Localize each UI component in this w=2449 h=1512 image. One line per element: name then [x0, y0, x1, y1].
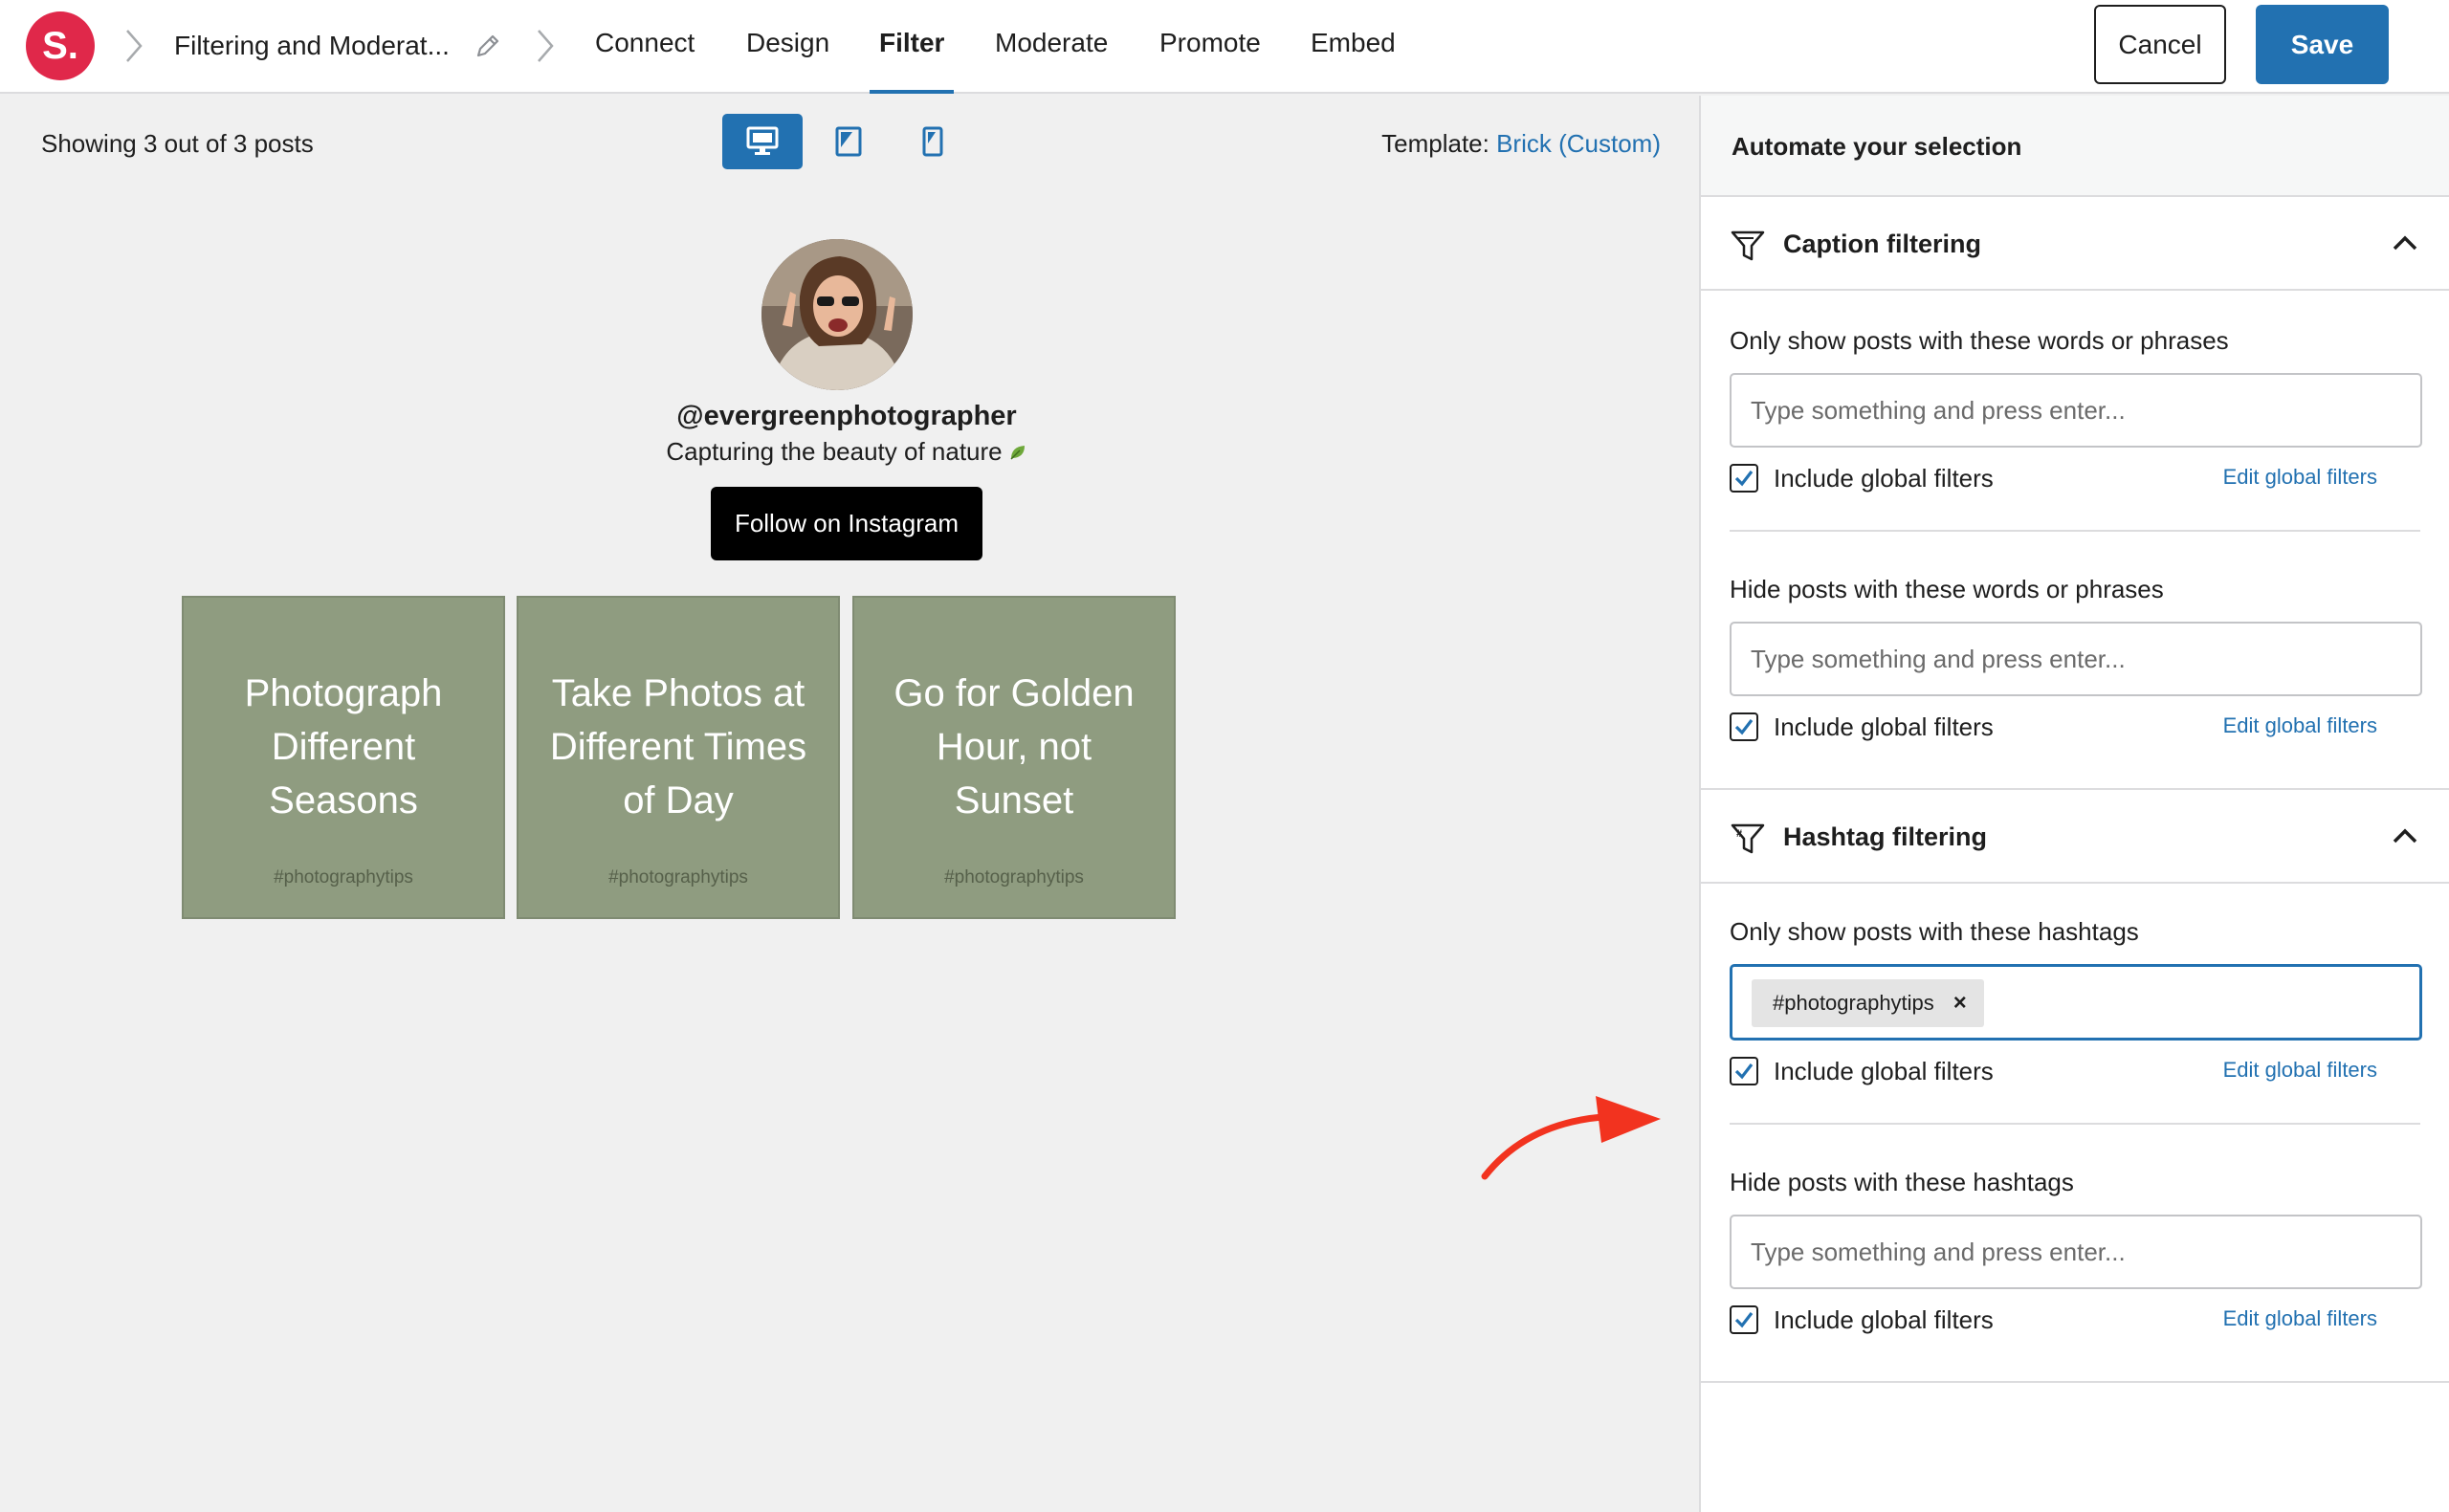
checkmark-icon [1734, 1312, 1754, 1328]
hashtag-hide-input[interactable] [1730, 1215, 2422, 1289]
caption-hide-label: Hide posts with these words or phrases [1730, 575, 2164, 603]
template-link[interactable]: Brick (Custom) [1496, 129, 1661, 158]
profile-bio-text: Capturing the beauty of nature [666, 437, 1003, 466]
feed-preview: Showing 3 out of 3 posts Template: Brick… [0, 96, 1699, 1512]
device-tablet-button[interactable] [808, 114, 889, 169]
tab-connect[interactable]: Connect [595, 0, 695, 94]
hashtag-filtering-header[interactable]: # Hashtag filtering [1701, 790, 2449, 884]
post-title: Photograph Different Seasons [244, 672, 443, 822]
avatar [761, 239, 913, 390]
chevron-up-icon[interactable] [2392, 233, 2418, 252]
template-label: Template: [1381, 129, 1489, 158]
include-global-label: Include global filters [1774, 463, 1994, 493]
filter-hashtag-icon: # [1731, 823, 1765, 854]
caption-filtering-header[interactable]: Caption filtering [1701, 197, 2449, 291]
chevron-right-icon [538, 30, 554, 62]
profile-photo [761, 239, 913, 390]
include-global-label: Include global filters [1774, 712, 1994, 741]
post-tile[interactable]: Go for Golden Hour, not Sunset #photogra… [852, 596, 1176, 919]
post-hashtag: #photographytips [608, 867, 748, 887]
include-global-checkbox[interactable] [1730, 712, 1758, 741]
chevron-right-icon [126, 30, 143, 62]
caption-hide-block: Hide posts with these words or phrases I… [1701, 532, 2449, 746]
annotation-arrow-icon [1481, 1096, 1661, 1180]
hashtag-show-global-row: Include global filters Edit global filte… [1730, 1052, 2420, 1090]
post-hashtag: #photographytips [274, 867, 413, 887]
post-title: Take Photos at Different Times of Day [549, 672, 807, 822]
svg-text:#: # [1736, 828, 1742, 840]
hashtag-filtering-title: Hashtag filtering [1783, 822, 1988, 851]
edit-global-filters-link[interactable]: Edit global filters [2223, 1306, 2377, 1331]
caption-show-block: Only show posts with these words or phra… [1701, 291, 2449, 497]
hashtag-hide-label: Hide posts with these hashtags [1730, 1168, 2074, 1196]
save-button[interactable]: Save [2256, 5, 2389, 84]
hashtag-hide-block: Hide posts with these hashtags Include g… [1701, 1125, 2449, 1339]
profile-username: @evergreenphotographer [676, 401, 1017, 431]
breadcrumb-feed-title[interactable]: Filtering and Moderat... [174, 27, 450, 65]
tablet-icon [835, 126, 862, 157]
hashtag-show-input[interactable]: #photographytips × [1730, 964, 2422, 1041]
post-tile[interactable]: Take Photos at Different Times of Day #p… [517, 596, 840, 919]
tab-filter[interactable]: Filter [869, 0, 956, 94]
caption-hide-global-row: Include global filters Edit global filte… [1730, 708, 2420, 746]
hashtag-hide-global-row: Include global filters Edit global filte… [1730, 1301, 2420, 1339]
hashtag-show-block: Only show posts with these hashtags #pho… [1701, 884, 2449, 1090]
caption-show-label: Only show posts with these words or phra… [1730, 326, 2229, 355]
tab-design[interactable]: Design [746, 0, 829, 94]
tab-embed[interactable]: Embed [1311, 0, 1396, 94]
top-bar: S. Filtering and Moderat... Connect Desi… [0, 0, 2449, 94]
include-global-label: Include global filters [1774, 1056, 1994, 1085]
caption-hide-input[interactable] [1730, 622, 2422, 696]
include-global-checkbox[interactable] [1730, 1305, 1758, 1334]
post-hashtag: #photographytips [944, 867, 1084, 887]
profile-bio: Capturing the beauty of nature [0, 435, 1693, 468]
include-global-label: Include global filters [1774, 1304, 1994, 1334]
caption-show-global-row: Include global filters Edit global filte… [1730, 459, 2420, 497]
include-global-checkbox[interactable] [1730, 464, 1758, 493]
device-desktop-button[interactable] [722, 114, 803, 169]
leaf-icon [1010, 446, 1025, 460]
chevron-up-icon[interactable] [2392, 826, 2418, 845]
tab-promote[interactable]: Promote [1159, 0, 1261, 94]
hashtag-chip-label: #photographytips [1773, 991, 1934, 1015]
filter-sidebar: Automate your selection Caption filterin… [1699, 96, 2449, 1512]
post-count-text: Showing 3 out of 3 posts [41, 129, 314, 158]
cancel-button[interactable]: Cancel [2094, 5, 2226, 84]
desktop-icon [746, 126, 779, 155]
section-divider [1701, 1381, 2449, 1383]
checkmark-icon [1734, 1063, 1754, 1080]
edit-global-filters-link[interactable]: Edit global filters [2223, 713, 2377, 738]
tab-moderate[interactable]: Moderate [995, 0, 1108, 94]
edit-global-filters-link[interactable]: Edit global filters [2223, 465, 2377, 490]
hashtag-show-label: Only show posts with these hashtags [1730, 917, 2139, 946]
filter-icon [1731, 230, 1765, 261]
checkmark-icon [1734, 719, 1754, 735]
checkmark-icon [1734, 471, 1754, 487]
pencil-icon[interactable] [473, 31, 503, 61]
app-logo[interactable]: S. [26, 11, 95, 80]
caption-filtering-title: Caption filtering [1783, 230, 1981, 258]
edit-global-filters-link[interactable]: Edit global filters [2223, 1058, 2377, 1083]
post-tile[interactable]: Photograph Different Seasons #photograph… [182, 596, 505, 919]
follow-on-instagram-button[interactable]: Follow on Instagram [711, 487, 982, 560]
post-title: Go for Golden Hour, not Sunset [894, 672, 1135, 822]
hashtag-chip: #photographytips × [1752, 979, 1984, 1027]
remove-tag-icon[interactable]: × [1953, 990, 1967, 1017]
device-mobile-button[interactable] [893, 114, 973, 169]
include-global-checkbox[interactable] [1730, 1057, 1758, 1085]
template-indicator: Template: Brick (Custom) [1381, 126, 1661, 161]
caption-show-input[interactable] [1730, 373, 2422, 448]
mobile-icon [922, 126, 943, 157]
sidebar-heading: Automate your selection [1701, 96, 2449, 197]
